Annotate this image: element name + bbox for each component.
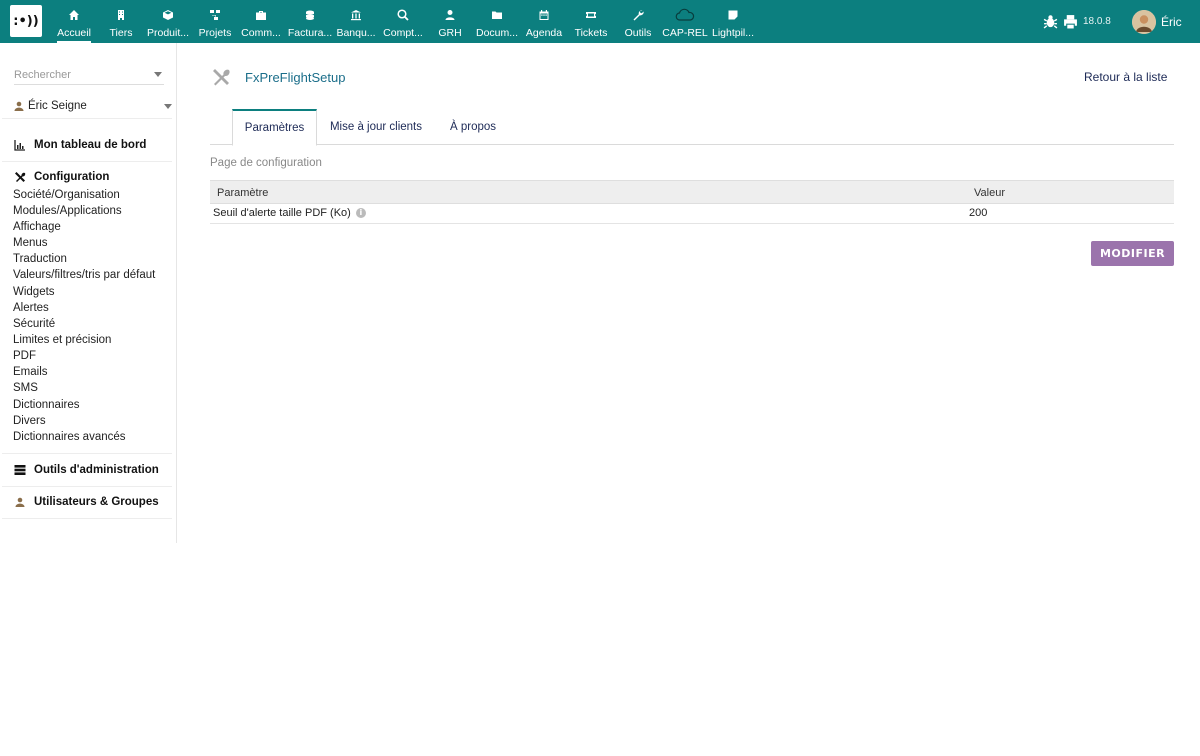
table-row: Seuil d'alerte taille PDF (Ko) i 200 <box>210 204 1174 224</box>
menu-item-display[interactable]: Affichage <box>13 221 61 233</box>
calendar-icon <box>537 8 551 22</box>
row-parameter: Seuil d'alerte taille PDF (Ko) i <box>213 207 366 219</box>
header-parameter: Paramètre <box>217 187 269 199</box>
nav-cap-rel[interactable]: CAP-REL <box>662 0 708 43</box>
menu-item-pdf[interactable]: PDF <box>13 350 36 362</box>
menu-users-groups[interactable]: Utilisateurs & Groupes <box>14 496 159 508</box>
top-navigation-bar: :•)) Accueil Tiers Produit... Projets Co… <box>0 0 1200 43</box>
section-title: Page de configuration <box>210 157 322 169</box>
menu-item-translation[interactable]: Traduction <box>13 253 67 265</box>
nav-lightpilot[interactable]: Lightpil... <box>711 0 755 43</box>
tools-icon <box>14 171 26 183</box>
nav-home[interactable]: Accueil <box>56 0 92 43</box>
modify-button[interactable]: MODIFIER <box>1091 241 1174 266</box>
avatar[interactable] <box>1132 10 1156 34</box>
page-title: FxPreFlightSetup <box>245 70 346 85</box>
parameters-table: Paramètre Valeur Seuil d'alerte taille P… <box>210 180 1174 224</box>
menu-item-limits[interactable]: Limites et précision <box>13 334 111 346</box>
user-name[interactable]: Éric <box>1161 15 1182 29</box>
menu-item-modules[interactable]: Modules/Applications <box>13 205 122 217</box>
tab-parameters[interactable]: Paramètres <box>232 109 317 146</box>
nav-agenda[interactable]: Agenda <box>526 0 562 43</box>
nav-accounting[interactable]: Compt... <box>382 0 424 43</box>
user-select[interactable]: Éric Seigne <box>14 99 172 117</box>
menu-item-menus[interactable]: Menus <box>13 237 48 249</box>
menu-item-dictionaries[interactable]: Dictionnaires <box>13 399 79 411</box>
divider <box>2 518 172 519</box>
divider <box>2 486 172 487</box>
wrench-icon <box>631 8 645 22</box>
menu-item-advanced-dictionaries[interactable]: Dictionnaires avancés <box>13 431 126 443</box>
info-icon[interactable]: i <box>355 208 366 218</box>
chart-icon <box>14 139 26 151</box>
menu-item-emails[interactable]: Emails <box>13 366 48 378</box>
box-icon <box>161 8 175 22</box>
chevron-down-icon <box>154 72 162 77</box>
nav-hr[interactable]: GRH <box>438 0 462 43</box>
app-logo[interactable]: :•)) <box>10 5 42 37</box>
tools-icon <box>213 69 230 86</box>
note-icon <box>726 8 740 22</box>
user-icon <box>14 496 26 508</box>
menu-item-alerts[interactable]: Alertes <box>13 302 49 314</box>
left-sidebar: Rechercher Éric Seigne Mon tableau de bo… <box>2 43 177 543</box>
menu-item-misc[interactable]: Divers <box>13 415 46 427</box>
user-icon <box>14 101 24 111</box>
tab-client-updates[interactable]: Mise à jour clients <box>322 109 430 145</box>
folder-icon <box>490 8 504 22</box>
menu-item-widgets[interactable]: Widgets <box>13 286 55 298</box>
nav-bank[interactable]: Banqu... <box>336 0 376 43</box>
user-tie-icon <box>443 8 457 22</box>
bank-icon <box>349 8 363 22</box>
nav-billing[interactable]: Factura... <box>288 0 332 43</box>
home-icon <box>67 8 81 22</box>
nav-tickets[interactable]: Tickets <box>574 0 608 43</box>
bug-icon[interactable] <box>1043 14 1058 29</box>
nav-products[interactable]: Produit... <box>146 0 190 43</box>
tab-bar: Paramètres Mise à jour clients À propos <box>210 109 1174 146</box>
divider <box>2 118 172 119</box>
ticket-icon <box>584 8 598 22</box>
briefcase-icon <box>254 8 268 22</box>
nav-tools[interactable]: Outils <box>624 0 652 43</box>
nav-tiers[interactable]: Tiers <box>106 0 136 43</box>
search-input[interactable]: Rechercher <box>14 67 164 85</box>
cloud-icon <box>675 8 695 22</box>
nav-projects[interactable]: Projets <box>198 0 232 43</box>
row-value: 200 <box>969 207 988 219</box>
nav-commercial[interactable]: Comm... <box>240 0 282 43</box>
print-icon[interactable] <box>1063 14 1078 29</box>
tab-about[interactable]: À propos <box>438 109 508 145</box>
menu-item-company[interactable]: Société/Organisation <box>13 189 120 201</box>
back-to-list-link[interactable]: Retour à la liste <box>1084 70 1167 84</box>
menu-dashboard[interactable]: Mon tableau de bord <box>14 139 146 151</box>
divider <box>2 453 172 454</box>
building-icon <box>114 8 128 22</box>
menu-item-sms[interactable]: SMS <box>13 382 38 394</box>
search-placeholder: Rechercher <box>14 69 71 81</box>
coins-icon <box>303 8 317 22</box>
project-icon <box>208 8 222 22</box>
search-dollar-icon <box>396 8 410 22</box>
menu-admin-tools[interactable]: Outils d'administration <box>14 464 159 476</box>
menu-item-default-values[interactable]: Valeurs/filtres/tris par défaut <box>13 269 155 281</box>
version-label: 18.0.8 <box>1083 16 1111 27</box>
nav-documents[interactable]: Docum... <box>476 0 518 43</box>
chevron-down-icon <box>164 104 172 109</box>
divider <box>2 161 172 162</box>
menu-item-security[interactable]: Sécurité <box>13 318 55 330</box>
header-value: Valeur <box>974 187 1005 199</box>
table-header: Paramètre Valeur <box>210 180 1174 204</box>
menu-configuration[interactable]: Configuration <box>14 171 109 183</box>
server-icon <box>14 464 26 476</box>
